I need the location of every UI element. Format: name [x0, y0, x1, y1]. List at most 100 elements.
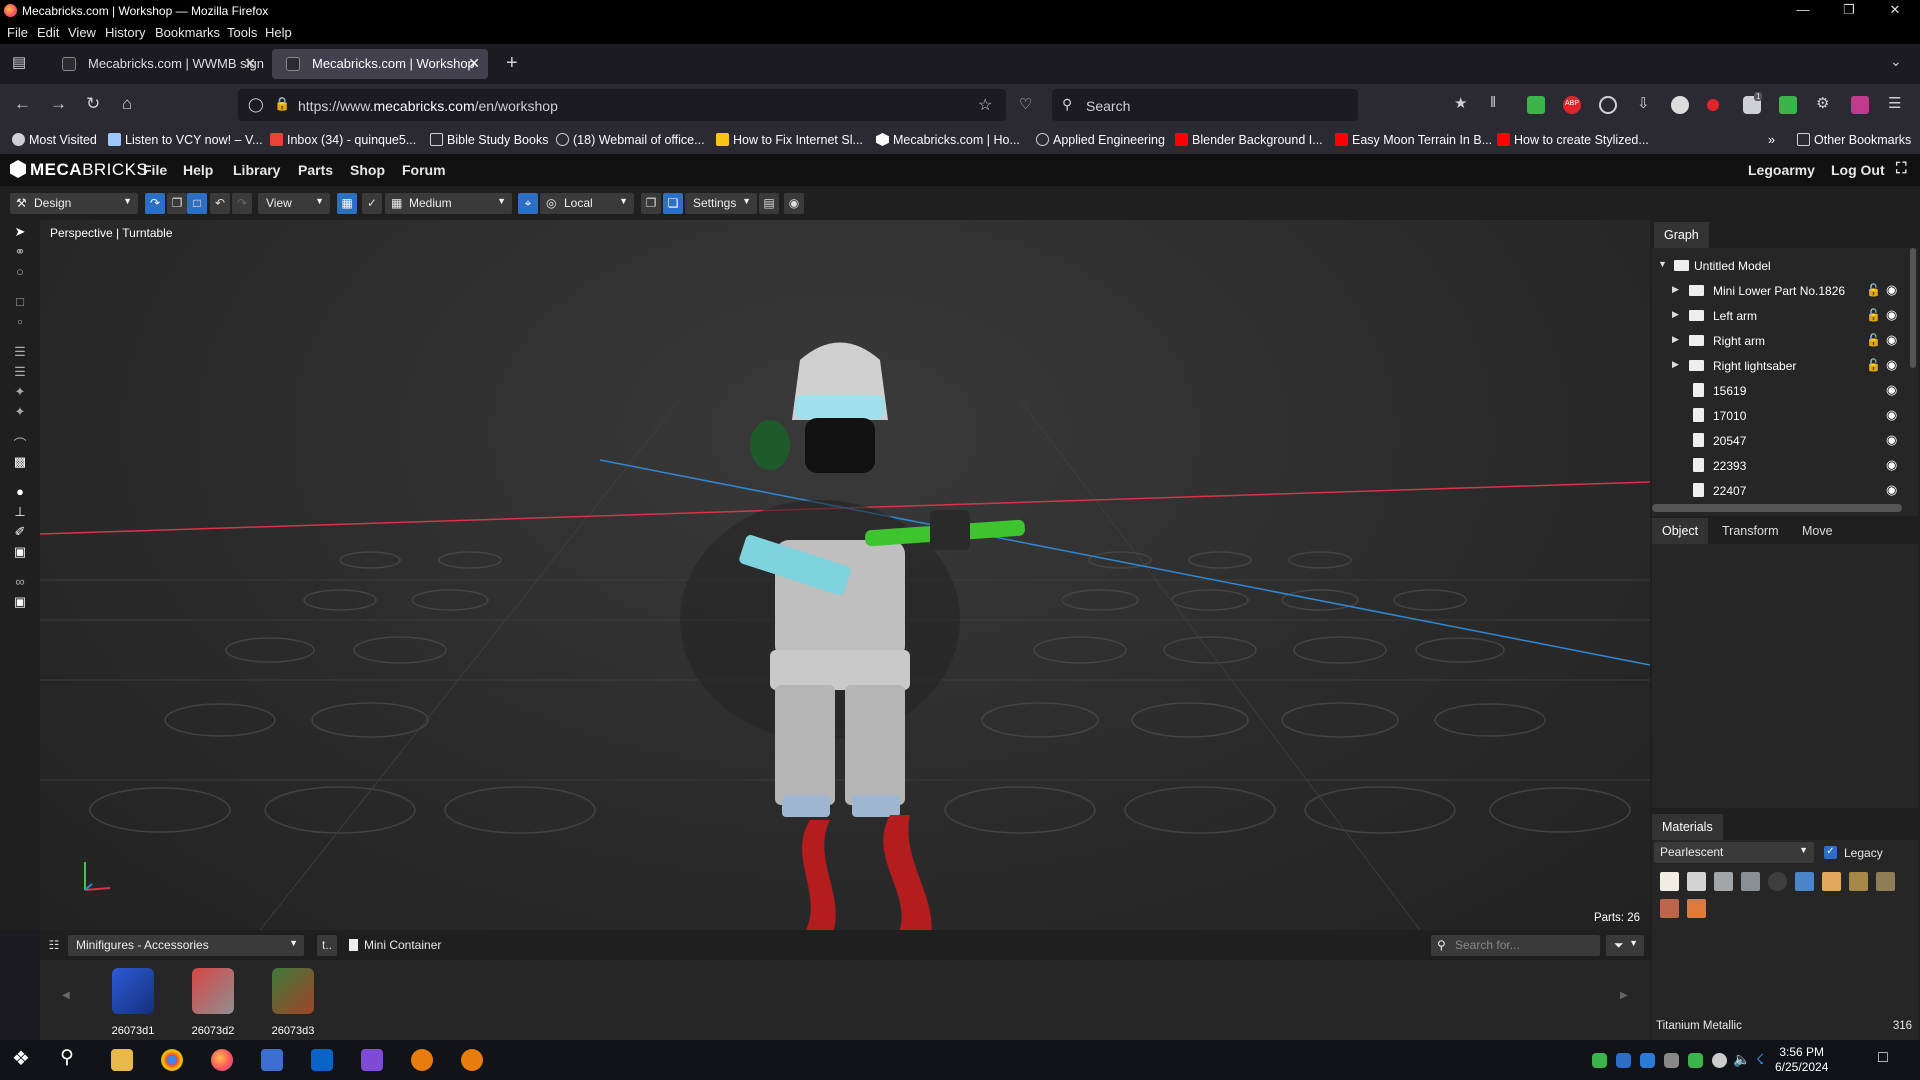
- bookmark-bible-study[interactable]: Bible Study Books: [430, 133, 548, 147]
- 3d-viewport[interactable]: Perspective | Turntable Parts: 26: [40, 220, 1650, 930]
- part-thumb-26073d2[interactable]: 26073d2: [175, 962, 251, 1038]
- url-text[interactable]: https://www.mecabricks.com/en/workshop: [298, 98, 558, 114]
- connect-tool-icon[interactable]: ✦: [12, 384, 28, 400]
- mb-menu-parts[interactable]: Parts: [298, 162, 333, 178]
- downloads-icon[interactable]: ⇩: [1637, 94, 1650, 112]
- search-icon[interactable]: ⚲: [60, 1046, 82, 1068]
- restore-icon[interactable]: ❐: [1826, 2, 1872, 18]
- gallery-next-icon[interactable]: ▶: [1620, 990, 1628, 1001]
- back-icon[interactable]: ←: [14, 94, 31, 114]
- tree-row[interactable]: ▶ Right arm 🔓 ◉: [1652, 329, 1900, 354]
- swatch-white[interactable]: [1660, 872, 1679, 891]
- save-icon[interactable]: ▤: [759, 193, 779, 214]
- axis-icon[interactable]: ⊥: [12, 504, 28, 520]
- flex-tool-icon[interactable]: ✦: [12, 404, 28, 420]
- pocket-icon[interactable]: ♡: [1019, 95, 1032, 113]
- firefox-taskbar-icon[interactable]: [211, 1049, 233, 1071]
- bookmark-applied-engineering[interactable]: Applied Engineering: [1036, 133, 1165, 147]
- fullscreen-icon[interactable]: ⛶: [1896, 160, 1907, 177]
- stats-icon[interactable]: ▩: [12, 454, 28, 470]
- gallery-prev-icon[interactable]: ◀: [62, 990, 70, 1001]
- screenshot-icon[interactable]: ◉: [784, 193, 804, 214]
- bookmark-webmail[interactable]: (18) Webmail of office...: [556, 133, 705, 147]
- library-icon[interactable]: ‖: [1490, 94, 1496, 111]
- parts-search-input[interactable]: ⚲ Search for...: [1431, 935, 1600, 956]
- tab-list-icon[interactable]: ▤: [12, 53, 26, 71]
- camera-icon[interactable]: ▣: [12, 544, 28, 560]
- light-icon[interactable]: ●: [12, 484, 28, 500]
- delete-tool-icon[interactable]: ▫: [12, 314, 28, 330]
- search-bar[interactable]: ⚲ Search: [1052, 89, 1358, 121]
- bookmark-most-visited[interactable]: Most Visited: [12, 133, 97, 147]
- tree-row[interactable]: ▶ Left arm 🔓 ◉: [1652, 304, 1900, 329]
- link-icon[interactable]: ∞: [12, 574, 28, 590]
- extension-s-icon[interactable]: [1671, 96, 1689, 114]
- filter-button[interactable]: ⏷ ▼: [1606, 935, 1644, 956]
- notifications-icon[interactable]: □: [1878, 1049, 1900, 1071]
- menu-history[interactable]: History: [105, 25, 145, 40]
- blender-icon[interactable]: [411, 1049, 433, 1071]
- tree-row[interactable]: 15619 ◉: [1652, 379, 1900, 404]
- view-select[interactable]: View ▼: [258, 193, 330, 214]
- menu-bookmarks[interactable]: Bookmarks: [155, 25, 220, 40]
- swatch-silver[interactable]: [1714, 872, 1733, 891]
- paste-icon[interactable]: □: [187, 193, 207, 214]
- tab-graph[interactable]: Graph: [1654, 222, 1709, 248]
- menu-file[interactable]: File: [7, 25, 28, 40]
- mb-menu-help[interactable]: Help: [183, 162, 213, 178]
- tab-materials[interactable]: Materials: [1652, 814, 1723, 840]
- undo-icon[interactable]: ↶: [210, 193, 230, 214]
- tray-network-icon[interactable]: [1712, 1053, 1727, 1068]
- bookmark-moon-terrain[interactable]: Easy Moon Terrain In B...: [1335, 133, 1492, 147]
- layers-icon[interactable]: ❏: [663, 193, 683, 214]
- align-center-icon[interactable]: ☰: [12, 364, 28, 380]
- space-select[interactable]: ◎ Local ▼: [540, 193, 634, 214]
- horizontal-scrollbar[interactable]: [1652, 504, 1902, 512]
- swatch-bronze[interactable]: [1876, 872, 1895, 891]
- quality-select[interactable]: ▦ Medium ▼: [385, 193, 512, 214]
- hinge-tool-icon[interactable]: ⌒: [12, 434, 28, 452]
- tray-green-icon[interactable]: [1688, 1053, 1703, 1068]
- category-select[interactable]: Minifigures - Accessories ▼: [68, 935, 304, 956]
- tree-root[interactable]: ▼ Untitled Model: [1652, 254, 1900, 279]
- url-bar[interactable]: ◯ 🔒 https://www.mecabricks.com/en/worksh…: [238, 89, 1006, 121]
- material-type-select[interactable]: Pearlescent ▼: [1654, 842, 1814, 863]
- swatch-dark-gold[interactable]: [1849, 872, 1868, 891]
- bookmark-star-icon[interactable]: ☆: [978, 95, 992, 115]
- swatch-copper[interactable]: [1660, 899, 1679, 918]
- copy-icon[interactable]: ❐: [167, 193, 187, 214]
- extension-pink-icon[interactable]: [1851, 96, 1869, 114]
- parts-library-icon[interactable]: ☷: [44, 935, 64, 956]
- extension-money-icon[interactable]: [1779, 96, 1797, 114]
- shield-icon[interactable]: ◯: [248, 96, 264, 113]
- swatch-light-silver[interactable]: [1687, 872, 1706, 891]
- mb-menu-file[interactable]: File: [143, 162, 167, 178]
- outlook-icon[interactable]: [311, 1049, 333, 1071]
- mail-icon[interactable]: [361, 1049, 383, 1071]
- snap-icon[interactable]: ❐: [641, 193, 661, 214]
- extension-green-icon[interactable]: [1527, 96, 1545, 114]
- select-tool-icon[interactable]: ↷: [145, 193, 165, 214]
- tray-meet-icon[interactable]: [1616, 1053, 1631, 1068]
- mecabricks-logo[interactable]: MECABRICKS: [10, 160, 148, 180]
- part-thumb-26073d3[interactable]: 26073d3: [255, 962, 331, 1038]
- part-thumb-26073d1[interactable]: 26073d1: [95, 962, 171, 1038]
- lock-icon[interactable]: 🔒: [274, 96, 290, 112]
- forward-icon[interactable]: →: [50, 94, 67, 114]
- tree-row[interactable]: ▶ Mini Lower Part No.1826 🔓 ◉: [1652, 279, 1900, 304]
- tray-app-icon[interactable]: [1640, 1053, 1655, 1068]
- file-explorer-icon[interactable]: [111, 1049, 133, 1071]
- tab-wwmb[interactable]: Mecabricks.com | WWMB sign ✕: [48, 49, 264, 79]
- container-back-icon[interactable]: t..: [317, 935, 337, 956]
- duplicate-tool-icon[interactable]: □: [12, 294, 28, 310]
- tree-row[interactable]: 20547 ◉: [1652, 429, 1900, 454]
- bookmark-manager-icon[interactable]: ★: [1454, 94, 1467, 112]
- close-tab-icon[interactable]: ✕: [468, 55, 480, 72]
- bookmark-stylized[interactable]: How to create Stylized...: [1497, 133, 1649, 147]
- reload-icon[interactable]: ↻: [86, 94, 100, 114]
- mb-menu-library[interactable]: Library: [233, 162, 280, 178]
- tree-row[interactable]: 22407 ◉: [1652, 479, 1900, 504]
- check-icon[interactable]: ✓: [362, 193, 382, 214]
- account-icon[interactable]: [1599, 96, 1617, 114]
- swatch-orange[interactable]: [1687, 899, 1706, 918]
